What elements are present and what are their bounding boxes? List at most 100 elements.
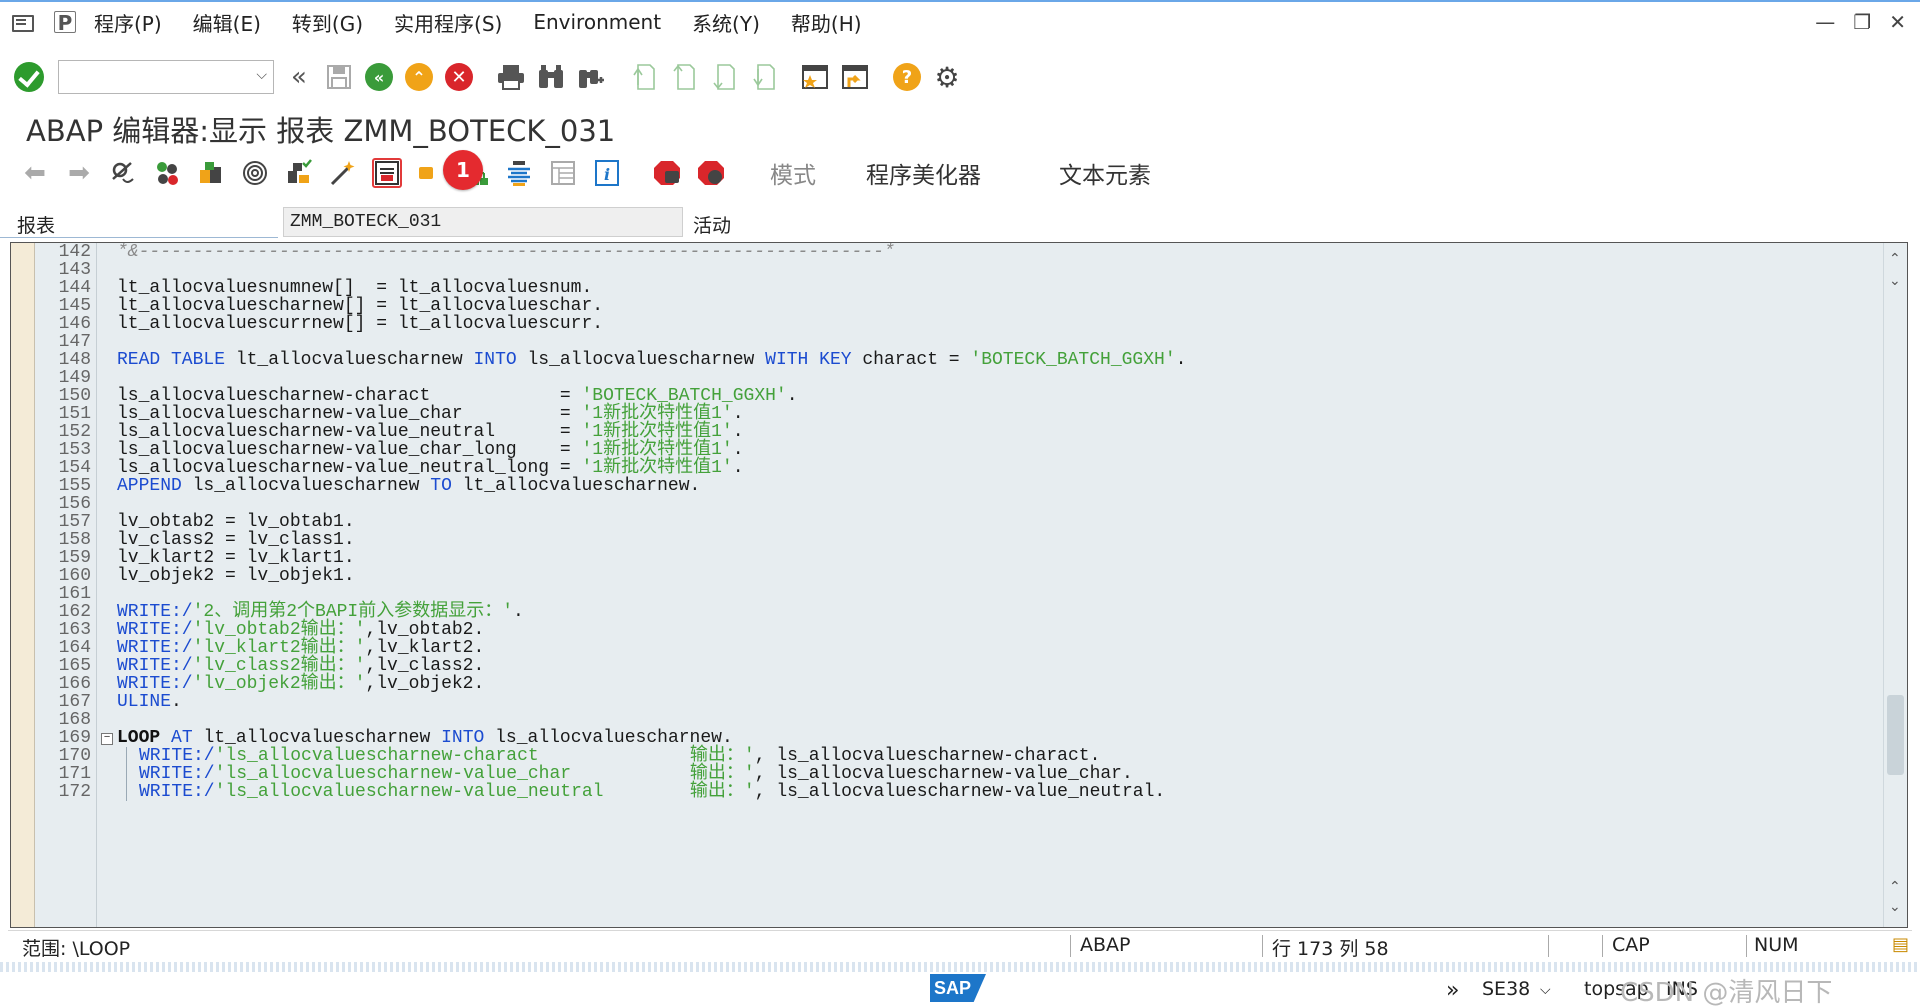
code-line[interactable]: 169− LOOP AT lt_allocvaluescharnew INTO l… bbox=[11, 729, 1871, 747]
code-token: . bbox=[513, 602, 524, 622]
cancel-icon[interactable]: ✕ bbox=[444, 62, 474, 92]
pretty-printer-button[interactable]: 程序美化器 bbox=[866, 156, 981, 190]
code-token: 'ls_allocvaluescharnew-charact 输出：' bbox=[214, 746, 755, 766]
menu-system[interactable]: 系统(Y) bbox=[692, 8, 760, 37]
active-inactive-icon[interactable] bbox=[152, 158, 182, 188]
restore-icon[interactable]: ❐ bbox=[1853, 10, 1871, 34]
pretty-printer-icon[interactable] bbox=[504, 158, 534, 188]
find-icon[interactable] bbox=[536, 62, 566, 92]
code-token: ls_allocvaluescharnew-value_char = bbox=[117, 404, 582, 424]
code-line[interactable]: 170 WRITE:/'ls_allocvaluescharnew-charact… bbox=[11, 747, 1871, 765]
back-icon[interactable]: « bbox=[364, 62, 394, 92]
scroll-up-icon[interactable]: ⌃ bbox=[1889, 879, 1901, 895]
code-line[interactable]: 152 ls_allocvaluescharnew-value_neutral =… bbox=[11, 423, 1871, 441]
menu-goto[interactable]: 转到(G) bbox=[292, 8, 363, 37]
menu-program[interactable]: 程序(P) bbox=[94, 8, 162, 37]
prev-page-icon[interactable] bbox=[668, 62, 698, 92]
clipboard-icon[interactable]: ▤ bbox=[1892, 934, 1909, 955]
enter-icon[interactable] bbox=[14, 62, 44, 92]
scroll-down-icon[interactable]: ⌄ bbox=[1889, 273, 1901, 289]
code-line[interactable]: 154 ls_allocvaluescharnew-value_neutral_l… bbox=[11, 459, 1871, 477]
other-object-icon[interactable] bbox=[196, 158, 226, 188]
code-line[interactable]: 165 WRITE:/'lv_class2输出：',lv_class2. bbox=[11, 657, 1871, 675]
chevron-down-icon[interactable]: ⌵ bbox=[256, 68, 267, 84]
code-line[interactable]: 164 WRITE:/'lv_klart2输出：',lv_klart2. bbox=[11, 639, 1871, 657]
test-execute-icon[interactable] bbox=[372, 158, 402, 188]
code-line[interactable]: 163 WRITE:/'lv_obtab2输出：',lv_obtab2. bbox=[11, 621, 1871, 639]
customize-layout-icon[interactable]: P bbox=[54, 11, 76, 34]
code-line[interactable]: 157 lv_obtab2 = lv_obtab1. bbox=[11, 513, 1871, 531]
layout-icon[interactable] bbox=[548, 158, 578, 188]
help-icon[interactable]: ? bbox=[892, 62, 922, 92]
debugging-icon[interactable] bbox=[416, 158, 446, 188]
code-line[interactable]: 144 lt_allocvaluesnumnew[] = lt_allocvalu… bbox=[11, 279, 1871, 297]
scroll-thumb[interactable] bbox=[1887, 695, 1904, 775]
code-line[interactable]: 146 lt_allocvaluescurrnew[] = lt_allocval… bbox=[11, 315, 1871, 333]
next-page-icon[interactable] bbox=[708, 62, 738, 92]
code-line[interactable]: 166 WRITE:/'lv_objek2输出：',lv_objek2. bbox=[11, 675, 1871, 693]
arrow-left-icon[interactable]: ⬅ bbox=[20, 158, 50, 188]
information-icon[interactable]: i bbox=[592, 158, 622, 188]
find-next-icon[interactable] bbox=[576, 62, 606, 92]
code-line[interactable]: 155 APPEND ls_allocvaluescharnew TO lt_al… bbox=[11, 477, 1871, 495]
new-session-icon[interactable] bbox=[800, 62, 830, 92]
pattern-button[interactable]: 模式 bbox=[770, 156, 816, 190]
breakpoint-icon[interactable] bbox=[652, 158, 682, 188]
close-icon[interactable]: ✕ bbox=[1889, 10, 1906, 34]
command-field[interactable]: ⌵ bbox=[58, 60, 274, 94]
exit-icon[interactable]: ⌃ bbox=[404, 62, 434, 92]
code-line[interactable]: 167 ULINE. bbox=[11, 693, 1871, 711]
save-icon[interactable] bbox=[324, 62, 354, 92]
external-breakpoint-icon[interactable] bbox=[696, 158, 726, 188]
code-line[interactable]: 160 lv_objek2 = lv_objek1. bbox=[11, 567, 1871, 585]
last-page-icon[interactable] bbox=[748, 62, 778, 92]
text-elements-button[interactable]: 文本元素 bbox=[1059, 156, 1151, 190]
display-change-icon[interactable] bbox=[108, 158, 138, 188]
settings-icon[interactable]: ⚙ bbox=[932, 61, 962, 94]
system-menu-icon[interactable] bbox=[12, 13, 34, 32]
code-editor[interactable]: 142 *&-----------------------------------… bbox=[10, 242, 1908, 928]
shortcut-icon[interactable] bbox=[840, 62, 870, 92]
arrow-right-icon[interactable]: ➡ bbox=[64, 158, 94, 188]
code-line[interactable]: 150 ls_allocvaluescharnew-charact = 'BOTE… bbox=[11, 387, 1871, 405]
back-double-icon[interactable]: « bbox=[284, 62, 314, 92]
fold-toggle-icon[interactable]: − bbox=[101, 733, 113, 745]
code-line[interactable]: 143 bbox=[11, 261, 1871, 279]
code-line[interactable]: 161 bbox=[11, 585, 1871, 603]
code-line[interactable]: 171 WRITE:/'ls_allocvaluescharnew-value_c… bbox=[11, 765, 1871, 783]
code-line[interactable]: 142 *&-----------------------------------… bbox=[11, 243, 1871, 261]
minimize-icon[interactable]: — bbox=[1815, 10, 1835, 34]
activate-icon[interactable] bbox=[328, 158, 358, 188]
chevron-down-icon[interactable]: ⌵ bbox=[1540, 982, 1551, 998]
code-text: *&--------------------------------------… bbox=[117, 243, 895, 261]
code-line[interactable]: 168 bbox=[11, 711, 1871, 729]
code-line[interactable]: 145 lt_allocvaluescharnew[] = lt_allocval… bbox=[11, 297, 1871, 315]
report-header: 报表 ZMM_BOTECK_031 活动 bbox=[0, 204, 1920, 238]
menu-edit[interactable]: 编辑(E) bbox=[193, 8, 261, 37]
scroll-down-icon[interactable]: ⌄ bbox=[1889, 899, 1901, 915]
code-line[interactable]: 149 bbox=[11, 369, 1871, 387]
expand-status-icon[interactable]: » bbox=[1446, 978, 1459, 1003]
code-line[interactable]: 156 bbox=[11, 495, 1871, 513]
code-line[interactable]: 158 lv_class2 = lv_class1. bbox=[11, 531, 1871, 549]
print-icon[interactable] bbox=[496, 62, 526, 92]
check-icon[interactable] bbox=[284, 158, 314, 188]
code-token: TO bbox=[430, 476, 452, 496]
line-number: 162 bbox=[58, 602, 91, 622]
code-line[interactable]: 159 lv_klart2 = lv_klart1. bbox=[11, 549, 1871, 567]
menu-help[interactable]: 帮助(H) bbox=[791, 8, 862, 37]
first-page-icon[interactable] bbox=[628, 62, 658, 92]
menu-environment[interactable]: Environment bbox=[533, 10, 661, 34]
code-line[interactable]: 148 READ TABLE lt_allocvaluescharnew INTO… bbox=[11, 351, 1871, 369]
menu-utilities[interactable]: 实用程序(S) bbox=[394, 8, 502, 37]
code-line[interactable]: 151 ls_allocvaluescharnew-value_char = '1… bbox=[11, 405, 1871, 423]
scroll-up-icon[interactable]: ⌃ bbox=[1889, 251, 1901, 267]
code-line[interactable]: 147 bbox=[11, 333, 1871, 351]
where-used-icon[interactable] bbox=[240, 158, 270, 188]
code-line[interactable]: 153 ls_allocvaluescharnew-value_char_long… bbox=[11, 441, 1871, 459]
vertical-scrollbar[interactable]: ⌃ ⌄ ⌃ ⌄ bbox=[1883, 243, 1907, 927]
cursor-position: 行 173 列 58 bbox=[1272, 938, 1389, 960]
code-line[interactable]: 162 WRITE:/'2、调用第2个BAPI前入参数据显示：'. bbox=[11, 603, 1871, 621]
transaction-code[interactable]: SE38 bbox=[1482, 978, 1530, 1000]
code-line[interactable]: 172 WRITE:/'ls_allocvaluescharnew-value_n… bbox=[11, 783, 1871, 801]
